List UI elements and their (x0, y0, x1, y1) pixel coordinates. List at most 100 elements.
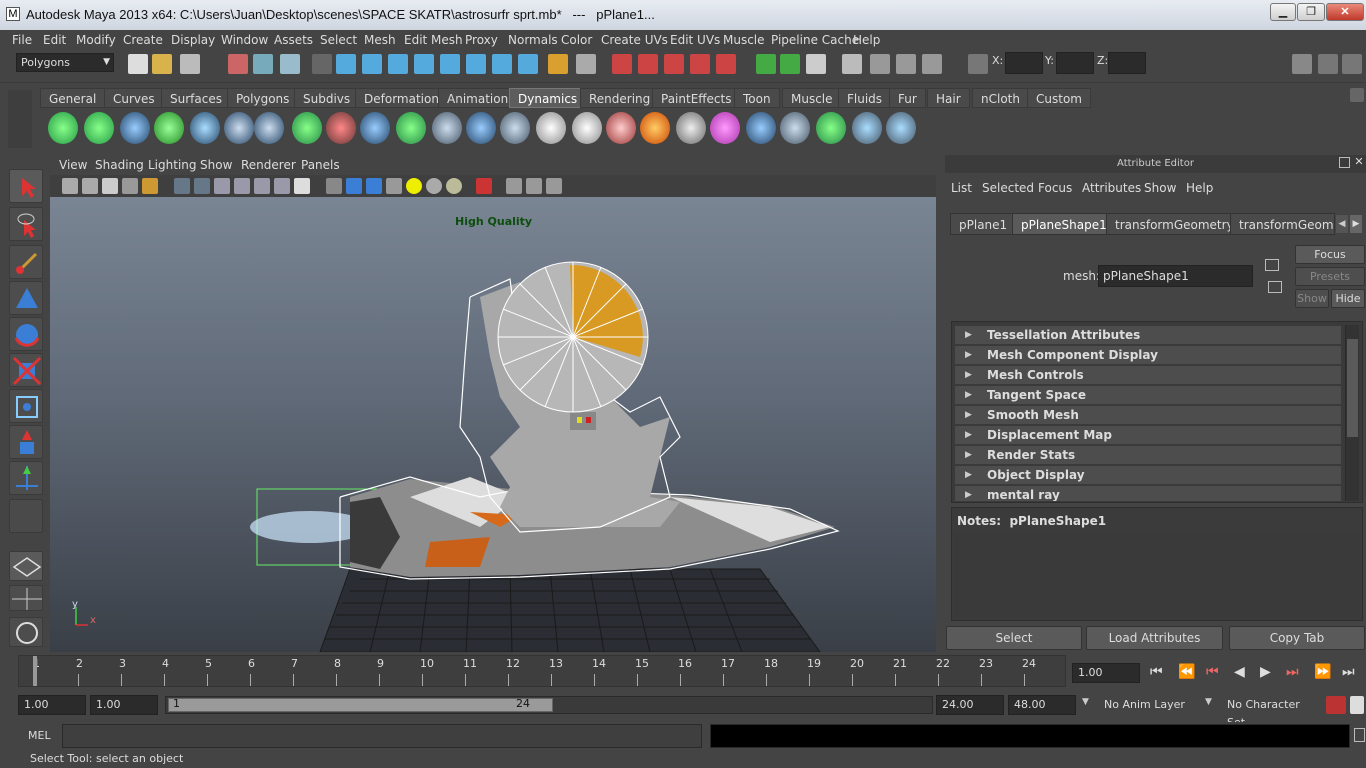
scrollbar-thumb[interactable] (1347, 339, 1358, 437)
menu-edit-mesh[interactable]: Edit Mesh (404, 33, 463, 47)
menu-window[interactable]: Window (221, 33, 268, 47)
textured-icon[interactable] (386, 178, 402, 194)
wireframe-icon[interactable] (326, 178, 342, 194)
viewport-menu-renderer[interactable]: Renderer (241, 158, 296, 172)
shelf-tab-fluids[interactable]: Fluids (838, 88, 892, 108)
fireworks-icon[interactable] (710, 112, 740, 144)
menu-color[interactable]: Color (561, 33, 592, 47)
maximize-button[interactable]: ❐ (1297, 3, 1325, 21)
gate-mask-icon[interactable] (234, 178, 250, 194)
smooth-shade-icon[interactable] (346, 178, 362, 194)
grid-toggle-icon[interactable] (174, 178, 190, 194)
clipboard-icon[interactable] (806, 54, 826, 74)
shelf-tab-muscle[interactable]: Muscle (782, 88, 842, 108)
animation-preferences-icon[interactable] (1350, 696, 1364, 714)
xray-joints-icon[interactable] (526, 178, 542, 194)
lightning-icon[interactable] (746, 112, 776, 144)
select-button[interactable]: Select (946, 626, 1082, 650)
universal-manipulator-icon[interactable] (9, 389, 43, 423)
close-button[interactable]: ✕ (1326, 3, 1364, 21)
drag-field-icon[interactable] (190, 112, 220, 144)
show-manipulator-icon[interactable] (9, 461, 43, 495)
soft-modification-icon[interactable] (9, 425, 43, 459)
select-object-icon[interactable] (253, 54, 273, 74)
shelf-menu-handle[interactable] (8, 90, 32, 148)
anim-layer-dropdown[interactable]: No Anim Layer (1098, 695, 1200, 715)
character-set-dropdown[interactable]: No Character Set (1221, 695, 1321, 729)
field-chart-icon[interactable] (254, 178, 270, 194)
xray-components-icon[interactable] (546, 178, 562, 194)
script-editor-icon[interactable] (1354, 728, 1365, 742)
image-plane-icon[interactable] (122, 178, 138, 194)
shelf-tab-hair[interactable]: Hair (927, 88, 970, 108)
current-frame-field[interactable]: 1.00 (1072, 663, 1140, 683)
safe-title-icon[interactable] (294, 178, 310, 194)
snap-view-plane-icon[interactable] (414, 54, 434, 74)
save-scene-icon[interactable] (180, 54, 200, 74)
shelf-tab-ncloth[interactable]: nCloth (972, 88, 1029, 108)
ae-menu-selected[interactable]: Selected (982, 181, 1034, 195)
menu-muscle[interactable]: Muscle (723, 33, 765, 47)
minimize-button[interactable]: ▁ (1270, 3, 1296, 21)
show-button[interactable]: Show (1295, 289, 1329, 308)
play-backwards-icon[interactable]: ◀ (1234, 664, 1245, 680)
uniform-field-icon[interactable] (360, 112, 390, 144)
command-language-label[interactable]: MEL (28, 729, 51, 742)
menu-file[interactable]: File (12, 33, 32, 47)
section-render-stats[interactable]: ▶ Render Stats (955, 446, 1341, 465)
sections-scrollbar[interactable] (1345, 325, 1359, 501)
two-d-pan-zoom-icon[interactable] (142, 178, 158, 194)
section-mental-ray[interactable]: ▶ mental ray (955, 486, 1341, 502)
select-component-icon[interactable] (280, 54, 300, 74)
wireframe-on-shaded-icon[interactable] (366, 178, 382, 194)
emit-from-object-icon[interactable] (120, 112, 150, 144)
film-gate-icon[interactable] (194, 178, 210, 194)
shelf-tab-dynamics[interactable]: Dynamics (509, 88, 587, 108)
shelf-tab-subdivs[interactable]: Subdivs (294, 88, 360, 108)
section-object-display[interactable]: ▶ Object Display (955, 466, 1341, 485)
close-panel-icon[interactable]: ✕ (1353, 156, 1365, 168)
menu-help[interactable]: Help (853, 33, 880, 47)
camera-select-icon[interactable] (62, 178, 78, 194)
rotate-tool-icon[interactable] (9, 317, 43, 351)
menu-select[interactable]: Select (320, 33, 357, 47)
shelf-tab-fur[interactable]: Fur (889, 88, 926, 108)
safe-action-icon[interactable] (274, 178, 290, 194)
presets-button[interactable]: Presets (1295, 267, 1365, 286)
viewport-canvas[interactable]: High Quality y x (50, 197, 936, 652)
radial-field-icon[interactable] (292, 112, 322, 144)
query-icon[interactable] (518, 54, 538, 74)
command-input[interactable] (62, 724, 702, 748)
make-live-icon[interactable] (440, 54, 460, 74)
tool-settings-icon[interactable] (922, 54, 942, 74)
play-forwards-icon[interactable]: ▶ (1260, 664, 1271, 680)
hide-button[interactable]: Hide (1331, 289, 1365, 308)
air-field-icon[interactable] (466, 112, 496, 144)
animation-end-field[interactable]: 48.00 (1008, 695, 1076, 715)
menu-create[interactable]: Create (123, 33, 163, 47)
notes-textarea[interactable] (954, 532, 1360, 618)
xray-icon[interactable] (506, 178, 522, 194)
absolute-transform-icon[interactable] (968, 54, 988, 74)
viewport-menu-show[interactable]: Show (200, 158, 232, 172)
maya-app-icon[interactable]: M (6, 7, 20, 21)
attribute-editor-toggle-icon[interactable] (1292, 54, 1312, 74)
tab-scroll-right-icon[interactable]: ▶ (1350, 215, 1362, 233)
output-connection-icon[interactable] (1268, 281, 1282, 293)
section-smooth-mesh[interactable]: ▶ Smooth Mesh (955, 406, 1341, 425)
ae-menu-focus[interactable]: Focus (1038, 181, 1072, 195)
current-time-indicator[interactable] (33, 656, 37, 686)
smoke-icon[interactable] (676, 112, 706, 144)
volume-axis-icon[interactable] (432, 112, 462, 144)
script-editor-icon[interactable] (842, 54, 862, 74)
menu-assets[interactable]: Assets (274, 33, 313, 47)
trash-icon[interactable] (1350, 88, 1364, 102)
snap-surface-icon[interactable] (492, 54, 512, 74)
relative-mode-icon[interactable] (780, 54, 800, 74)
shelf-tab-painteffects[interactable]: PaintEffects (652, 88, 741, 108)
high-quality-icon[interactable] (446, 178, 462, 194)
shelf-tab-general[interactable]: General (40, 88, 106, 108)
transform-mode-icon[interactable] (756, 54, 776, 74)
section-tangent-space[interactable]: ▶ Tangent Space (955, 386, 1341, 405)
camera-attributes-icon[interactable] (82, 178, 98, 194)
